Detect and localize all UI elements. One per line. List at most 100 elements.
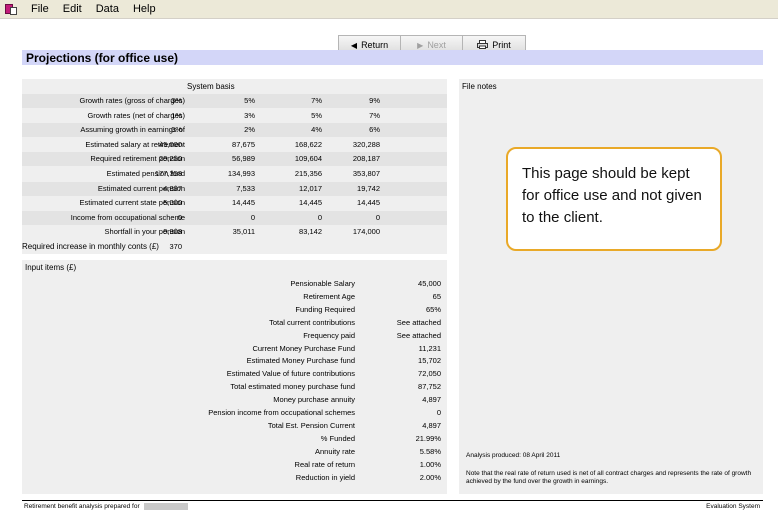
input-item-row: Retirement Age 65 bbox=[22, 291, 447, 303]
basis-row: Estimated current pension 4,897 7,533 12,01… bbox=[22, 181, 447, 196]
footer-left: Retirement benefit analysis prepared for bbox=[24, 503, 188, 510]
analysis-date: Analysis produced: 08 April 2011 bbox=[466, 452, 561, 459]
input-item-label: Total estimated money purchase fund bbox=[230, 382, 355, 392]
system-basis-header: System basis bbox=[187, 82, 235, 91]
input-item-value: 15,702 bbox=[418, 356, 441, 366]
input-item-row: Total Est. Pension Current 4,897 bbox=[22, 420, 447, 432]
input-item-label: Total Est. Pension Current bbox=[267, 420, 355, 430]
basis-value: 7% bbox=[311, 96, 322, 105]
footer-divider bbox=[22, 500, 763, 501]
input-items-header: Input items (£) bbox=[25, 263, 77, 272]
input-item-label: Money purchase annuity bbox=[273, 395, 355, 405]
input-item-value: See attached bbox=[396, 330, 441, 340]
input-item-label: Estimated Value of future contributions bbox=[226, 369, 355, 379]
basis-value: 14,445 bbox=[299, 198, 322, 208]
input-item-row: Total current contributions See attached bbox=[22, 317, 447, 329]
basis-value: 3% bbox=[244, 110, 255, 120]
input-item-label: Total current contributions bbox=[269, 317, 355, 327]
return-arrow-icon: ◀ bbox=[350, 40, 358, 50]
menu-file[interactable]: File bbox=[24, 3, 56, 15]
redacted-client-name bbox=[143, 503, 188, 510]
system-basis-panel: System basis Growth rates (gross of char… bbox=[22, 79, 447, 254]
basis-value: 83,142 bbox=[299, 227, 322, 237]
input-item-row: Estimated Value of future contributions 7… bbox=[22, 368, 447, 380]
basis-value: 0 bbox=[375, 212, 380, 222]
return-button-label: Return bbox=[361, 40, 389, 50]
printer-icon bbox=[477, 39, 489, 51]
input-item-value: 4,897 bbox=[422, 420, 441, 430]
basis-value: 14,445 bbox=[232, 198, 255, 208]
file-notes-panel: File notes bbox=[459, 79, 763, 494]
basis-value: 0 bbox=[177, 212, 182, 222]
basis-value: 7% bbox=[369, 110, 380, 120]
input-item-label: Frequency paid bbox=[303, 330, 355, 340]
basis-value: 4% bbox=[311, 125, 322, 135]
input-item-row: Pension income from occupational schemes… bbox=[22, 407, 447, 419]
basis-value: 320,288 bbox=[352, 139, 380, 149]
input-item-label: Retirement Age bbox=[303, 291, 355, 301]
input-item-value: 11,231 bbox=[418, 343, 441, 353]
basis-value: 0% bbox=[171, 125, 182, 135]
basis-value: 5% bbox=[244, 96, 255, 105]
input-item-value: 0 bbox=[436, 408, 441, 417]
basis-value: 3% bbox=[171, 96, 182, 105]
basis-value: 9,908 bbox=[163, 227, 182, 237]
input-item-value: 65% bbox=[425, 304, 441, 314]
input-item-value: 5.58% bbox=[419, 446, 441, 456]
input-item-label: Pension income from occupational schemes bbox=[208, 408, 355, 417]
file-notes-header: File notes bbox=[462, 82, 497, 91]
input-item-row: Total estimated money purchase fund 87,75… bbox=[22, 381, 447, 393]
input-item-value: 65 bbox=[432, 291, 441, 301]
basis-value: 87,675 bbox=[232, 139, 255, 149]
basis-value: 12,017 bbox=[299, 183, 322, 193]
basis-row: Growth rates (net of charges) 1% 3% 5% 7% bbox=[22, 109, 447, 123]
input-item-label: Annuity rate bbox=[314, 446, 355, 456]
menu-edit[interactable]: Edit bbox=[56, 3, 89, 15]
basis-value: 168,622 bbox=[294, 139, 322, 149]
basis-value: 0 bbox=[317, 212, 322, 222]
input-item-value: 45,000 bbox=[418, 279, 441, 288]
next-button-label: Next bbox=[427, 40, 446, 50]
input-item-label: Estimated Money Purchase fund bbox=[246, 356, 355, 366]
basis-value: 4,897 bbox=[163, 183, 182, 193]
basis-value: 177,358 bbox=[154, 169, 182, 178]
menu-data[interactable]: Data bbox=[89, 3, 126, 15]
basis-value: 109,604 bbox=[294, 154, 322, 164]
input-item-row: Reduction in yield 2.00% bbox=[22, 472, 447, 484]
basis-row: Assuming growth in earnings of 0% 2% 4% 6% bbox=[22, 123, 447, 138]
footer-system-name: Evaluation System bbox=[706, 503, 760, 510]
basis-value: 7,533 bbox=[236, 183, 255, 193]
input-item-value: 2.00% bbox=[419, 472, 441, 482]
basis-value: 5,000 bbox=[163, 198, 182, 208]
print-button-label: Print bbox=[492, 40, 511, 50]
input-item-row: Frequency paid See attached bbox=[22, 330, 447, 342]
menu-bar: File Edit Data Help bbox=[0, 0, 778, 19]
basis-value: 35,011 bbox=[232, 227, 255, 237]
basis-value: 353,807 bbox=[352, 169, 380, 178]
input-item-value: See attached bbox=[396, 317, 441, 327]
basis-row: Growth rates (gross of charges) 3% 5% 7% 9% bbox=[22, 94, 447, 108]
menu-help[interactable]: Help bbox=[126, 3, 163, 15]
input-item-row: Money purchase annuity 4,897 bbox=[22, 394, 447, 406]
basis-value: 1% bbox=[171, 110, 182, 120]
basis-value: 134,993 bbox=[227, 169, 255, 178]
input-item-value: 21.99% bbox=[415, 433, 441, 443]
app-icon bbox=[4, 2, 18, 16]
input-item-value: 4,897 bbox=[422, 395, 441, 405]
input-items-panel: Input items (£) Pensionable Salary 45,000… bbox=[22, 260, 447, 494]
basis-value: 208,187 bbox=[352, 154, 380, 164]
input-item-value: 1.00% bbox=[419, 459, 441, 469]
basis-row: Estimated salary at retirement 45,000 87,6… bbox=[22, 138, 447, 152]
input-item-row: Current Money Purchase Fund 11,231 bbox=[22, 343, 447, 355]
basis-row: Shortfall in your pension 9,908 35,011 83,1… bbox=[22, 225, 447, 239]
input-item-value: 87,752 bbox=[418, 382, 441, 392]
basis-value: 5% bbox=[311, 110, 322, 120]
basis-value: 56,989 bbox=[232, 154, 255, 164]
input-item-row: Estimated Money Purchase fund 15,702 bbox=[22, 355, 447, 367]
input-item-value: 72,050 bbox=[418, 369, 441, 379]
basis-value: 0 bbox=[250, 212, 255, 222]
input-item-label: % Funded bbox=[320, 433, 355, 443]
input-item-label: Pensionable Salary bbox=[290, 279, 355, 288]
basis-value: 19,742 bbox=[357, 183, 380, 193]
input-item-label: Funding Required bbox=[295, 304, 355, 314]
